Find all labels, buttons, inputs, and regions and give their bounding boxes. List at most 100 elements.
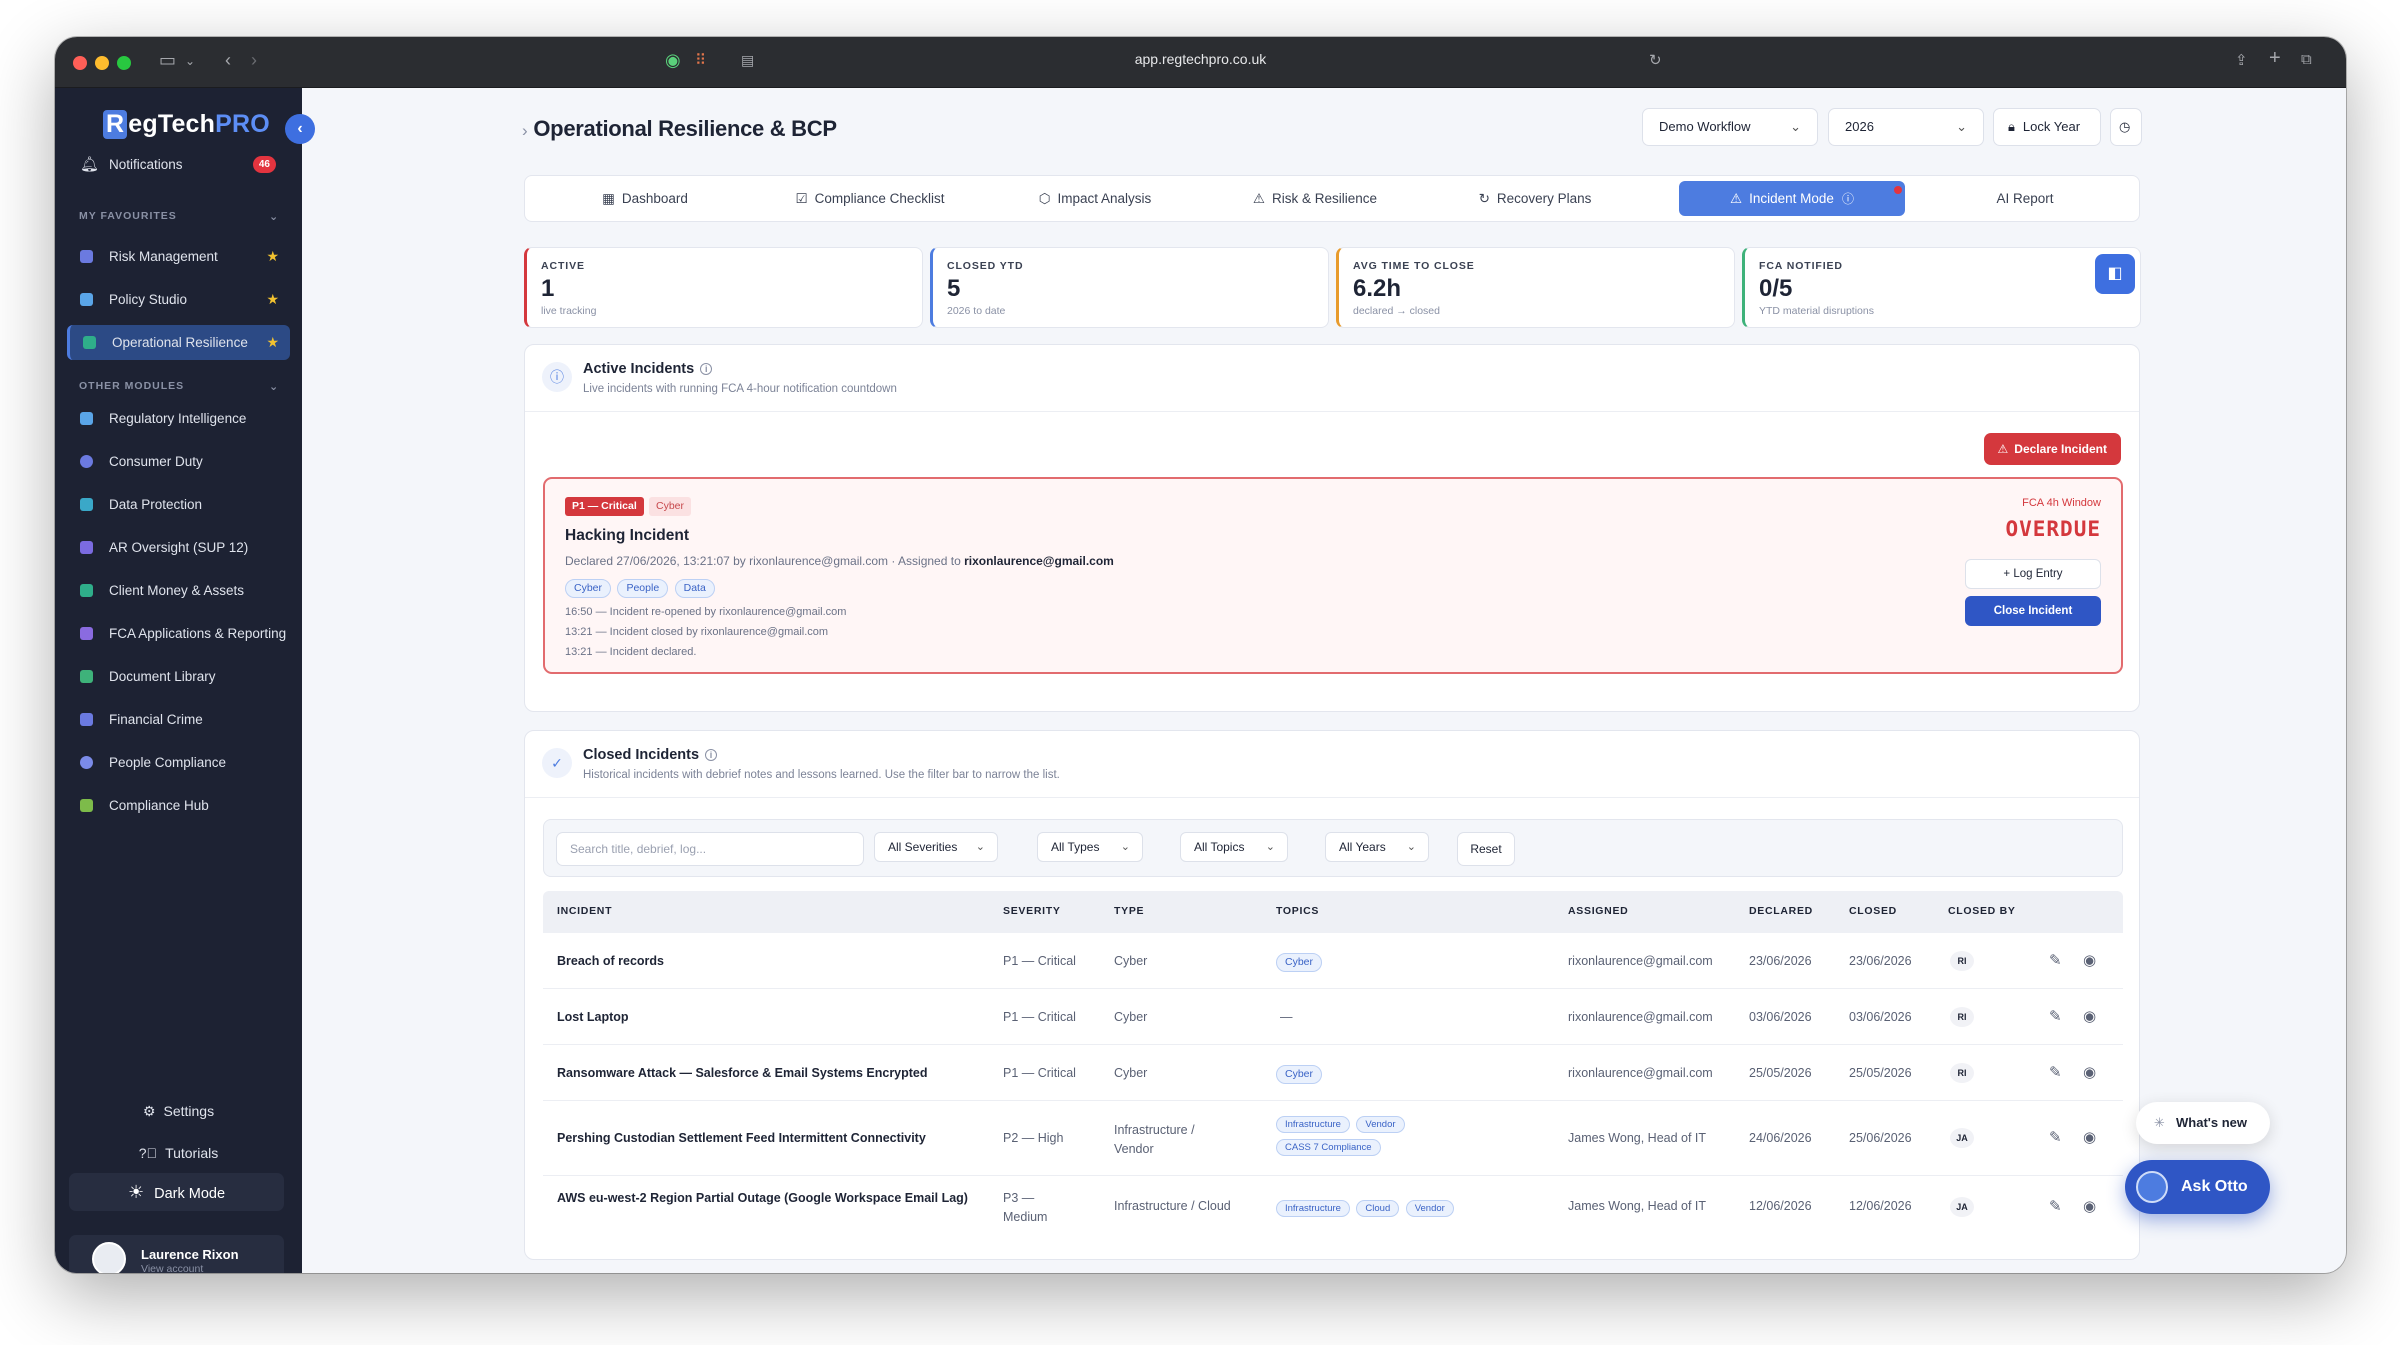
kpi-sub: YTD material disruptions: [1759, 305, 1874, 317]
sidebar-item-financial-crime[interactable]: Financial Crime: [67, 702, 290, 737]
sidebar-item-policy-studio[interactable]: Policy Studio ★: [67, 282, 290, 317]
tab-label: Impact Analysis: [1057, 191, 1152, 206]
favourites-heading[interactable]: MY FAVOURITES ⌄: [79, 210, 278, 223]
column-header[interactable]: TYPE: [1114, 905, 1144, 917]
kpi-value: 6.2h: [1353, 275, 1402, 302]
sidebar-item-regulatory-intelligence[interactable]: Regulatory Intelligence: [67, 401, 290, 436]
minimize-window-button[interactable]: [95, 56, 109, 70]
info-icon[interactable]: i: [700, 363, 713, 376]
incident-name: Pershing Custodian Settlement Feed Inter…: [557, 1131, 926, 1145]
tab-compliance-checklist[interactable]: ☑ Compliance Checklist: [755, 181, 985, 216]
sidebar-item-fca-applications[interactable]: FCA Applications & Reporting: [67, 616, 290, 651]
year-filter[interactable]: All Years ⌄: [1325, 832, 1429, 862]
regtechpro-logo[interactable]: RegTechPRO: [103, 110, 270, 139]
column-header[interactable]: CLOSED: [1849, 905, 1897, 917]
edit-icon[interactable]: ✎: [2049, 1197, 2062, 1215]
sidebar-item-notifications[interactable]: 🔔︎ Notifications 46: [67, 147, 290, 182]
edit-icon[interactable]: ✎: [2049, 951, 2062, 969]
column-header[interactable]: TOPICS: [1276, 905, 1319, 917]
column-header[interactable]: SEVERITY: [1003, 905, 1061, 917]
settings-button[interactable]: ⚙ Settings: [55, 1103, 302, 1120]
view-eye-icon[interactable]: ◉: [2083, 1197, 2096, 1215]
workflow-select[interactable]: Demo Workflow ⌄: [1642, 108, 1818, 146]
table-row[interactable]: Breach of records P1 — Critical Cyber Cy…: [543, 933, 2123, 989]
help-circle-icon: ⓘ: [1841, 192, 1854, 206]
severity-filter[interactable]: All Severities ⌄: [874, 832, 998, 862]
star-icon[interactable]: ★: [266, 325, 279, 360]
incident-name: Breach of records: [557, 954, 664, 968]
tab-dashboard[interactable]: ▦ Dashboard: [545, 181, 745, 216]
log-entry-button[interactable]: + Log Entry: [1965, 559, 2101, 589]
sidebar-item-operational-resilience[interactable]: Operational Resilience ★: [67, 325, 290, 360]
account-button[interactable]: Laurence Rixon View account: [69, 1235, 284, 1273]
sidebar-item-risk-management[interactable]: Risk Management ★: [67, 239, 290, 274]
close-window-button[interactable]: [73, 56, 87, 70]
lock-shield-icon: [80, 498, 93, 511]
table-row[interactable]: Lost Laptop P1 — Critical Cyber — rixonl…: [543, 989, 2123, 1045]
sidebar-item-compliance-hub[interactable]: Compliance Hub: [67, 788, 290, 823]
view-eye-icon[interactable]: ◉: [2083, 1128, 2096, 1146]
ask-otto-button[interactable]: Ask Otto: [2125, 1160, 2270, 1214]
column-header[interactable]: ASSIGNED: [1568, 905, 1628, 917]
topic-filter[interactable]: All Topics ⌄: [1180, 832, 1288, 862]
close-incident-button[interactable]: Close Incident: [1965, 596, 2101, 626]
lock-icon: 🔒︎: [2008, 119, 2015, 134]
sidebar-item-people-compliance[interactable]: People Compliance: [67, 745, 290, 780]
year-select[interactable]: 2026 ⌄: [1828, 108, 1984, 146]
share-icon[interactable]: ⇪: [2235, 51, 2248, 69]
tab-risk-resilience[interactable]: ⚠ Risk & Resilience: [1205, 181, 1425, 216]
collapse-sidebar-button[interactable]: ‹: [285, 114, 315, 144]
chevron-down-icon: ⌄: [1265, 841, 1275, 853]
column-header[interactable]: DECLARED: [1749, 905, 1813, 917]
severity-cell: P1 — Critical: [1003, 954, 1076, 968]
kpi-label: FCA NOTIFIED: [1759, 260, 1843, 272]
type-filter[interactable]: All Types ⌄: [1037, 832, 1143, 862]
table-row[interactable]: Ransomware Attack — Salesforce & Email S…: [543, 1045, 2123, 1101]
sidebar-item-client-money-assets[interactable]: Client Money & Assets: [67, 573, 290, 608]
tab-incident-mode[interactable]: ⚠ Incident Mode ⓘ: [1679, 181, 1905, 216]
warning-icon: ⚠: [1252, 191, 1266, 206]
topic-tag: Cloud: [1356, 1200, 1400, 1217]
topic-tag: Cyber: [565, 579, 612, 598]
star-icon[interactable]: ★: [266, 239, 279, 274]
dark-mode-toggle[interactable]: ☀ Dark Mode: [69, 1173, 284, 1211]
shield-icon: [80, 250, 93, 263]
table-row[interactable]: AWS eu-west-2 Region Partial Outage (Goo…: [543, 1176, 2123, 1240]
reset-filters-button[interactable]: Reset: [1457, 832, 1515, 866]
view-eye-icon[interactable]: ◉: [2083, 1007, 2096, 1025]
star-icon[interactable]: ★: [266, 282, 279, 317]
history-button[interactable]: ◷: [2110, 108, 2142, 146]
zoom-window-button[interactable]: [117, 56, 131, 70]
info-icon[interactable]: i: [705, 749, 718, 762]
other-modules-heading[interactable]: OTHER MODULES ⌄: [79, 380, 278, 393]
tab-recovery-plans[interactable]: ↻ Recovery Plans: [1435, 181, 1635, 216]
tutorials-button[interactable]: ?⃝ Tutorials: [55, 1145, 302, 1161]
sidebar-item-data-protection[interactable]: Data Protection: [67, 487, 290, 522]
edit-icon[interactable]: ✎: [2049, 1128, 2062, 1146]
column-header[interactable]: INCIDENT: [557, 905, 612, 917]
table-row[interactable]: Pershing Custodian Settlement Feed Inter…: [543, 1101, 2123, 1176]
view-eye-icon[interactable]: ◉: [2083, 951, 2096, 969]
sidebar-item-ar-oversight[interactable]: AR Oversight (SUP 12): [67, 530, 290, 565]
browser-window: ▭ ⌄ ‹ › ◉ ⠿ ▤ app.regtechpro.co.uk ↻ ⇪ +…: [55, 37, 2346, 1273]
whats-new-button[interactable]: ✳ What's new: [2136, 1102, 2270, 1144]
sidebar-item-consumer-duty[interactable]: Consumer Duty: [67, 444, 290, 479]
declare-incident-button[interactable]: ⚠ Declare Incident: [1983, 433, 2121, 465]
sidebar-item-label: Client Money & Assets: [109, 583, 245, 598]
tab-impact-analysis[interactable]: ⬡ Impact Analysis: [995, 181, 1195, 216]
view-eye-icon[interactable]: ◉: [2083, 1063, 2096, 1081]
reload-icon[interactable]: ↻: [1649, 51, 1662, 69]
lock-year-button[interactable]: 🔒︎ Lock Year: [1993, 108, 2101, 146]
tab-overview-icon[interactable]: ⧉: [2301, 51, 2312, 68]
search-input[interactable]: Search title, debrief, log...: [556, 832, 864, 866]
active-incidents-panel: ⓘ Active Incidents i Live incidents with …: [524, 344, 2140, 712]
column-header[interactable]: CLOSED BY: [1948, 905, 2016, 917]
edit-icon[interactable]: ✎: [2049, 1063, 2062, 1081]
new-tab-icon[interactable]: +: [2269, 47, 2281, 70]
tab-ai-report[interactable]: AI Report: [1925, 181, 2125, 216]
edit-icon[interactable]: ✎: [2049, 1007, 2062, 1025]
address-bar[interactable]: app.regtechpro.co.uk: [155, 51, 2246, 67]
panel-toggle-button[interactable]: ◧: [2095, 254, 2135, 294]
severity-cell: P1 — Critical: [1003, 1010, 1076, 1024]
sidebar-item-document-library[interactable]: Document Library: [67, 659, 290, 694]
